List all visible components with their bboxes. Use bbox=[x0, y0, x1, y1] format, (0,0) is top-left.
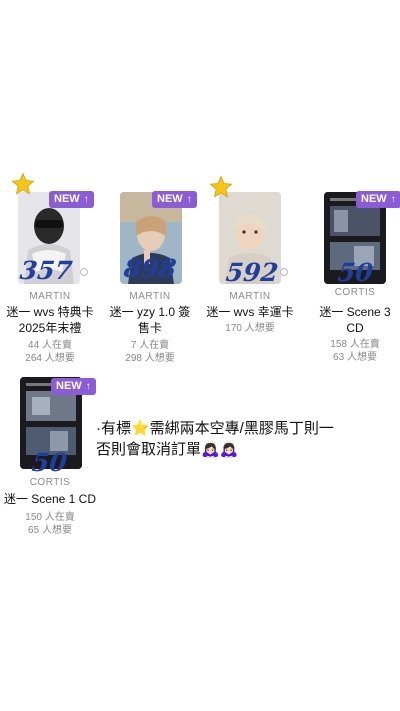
artist-label: CORTIS bbox=[334, 287, 376, 298]
want-count: 298 人想要 bbox=[125, 353, 175, 364]
price-handwriting: 50 bbox=[30, 448, 69, 477]
page-indicator-dot bbox=[80, 268, 88, 276]
arrow-up-icon: ↑ bbox=[390, 194, 396, 205]
seller-count: 7 人在賣 bbox=[130, 340, 170, 351]
new-badge: NEW ↑ bbox=[49, 191, 94, 208]
want-count: 65 人想要 bbox=[28, 525, 72, 536]
product-title: 迷一 Scene 3 CD bbox=[319, 305, 391, 335]
product-card-1[interactable]: NEW ↑ 357 MARTIN 迷一 wvs 特典卡 2025年末禮 44 人在… bbox=[0, 174, 100, 374]
arrow-up-icon: ↑ bbox=[85, 381, 91, 392]
product-title: 迷一 wvs 幸運卡 bbox=[206, 305, 294, 319]
seller-count: 150 人在賣 bbox=[25, 512, 75, 523]
product-title: 迷一 Scene 1 CD bbox=[3, 492, 97, 506]
price-handwriting: 592 bbox=[224, 258, 280, 287]
new-badge: NEW ↑ bbox=[152, 191, 197, 208]
product-title: 迷一 yzy 1.0 簽 售卡 bbox=[109, 305, 191, 335]
want-count: 170 人想要 bbox=[225, 323, 275, 334]
new-badge: NEW ↑ bbox=[356, 191, 400, 208]
notice-line: 否則會取消訂單🙇🏻‍♀️🙇🏻‍♀️ bbox=[96, 441, 239, 458]
notice-line: ·有標⭐需綁兩本空專/黑膠馬丁則一 bbox=[96, 420, 334, 437]
product-title: 迷一 wvs 特典卡 2025年末禮 bbox=[6, 305, 94, 335]
seller-count: 158 人在賣 bbox=[330, 339, 380, 350]
price-handwriting: 357 bbox=[18, 256, 74, 285]
seller-count: 44 人在賣 bbox=[28, 340, 72, 351]
product-card-4[interactable]: NEW ↑ 50 CORTIS 迷一 Scene 3 CD 158 人在賣 63 … bbox=[300, 174, 400, 374]
artist-label: MARTIN bbox=[129, 291, 171, 302]
page-indicator-dot bbox=[280, 268, 288, 276]
want-count: 63 人想要 bbox=[333, 352, 377, 363]
star-icon bbox=[11, 172, 35, 195]
price-handwriting: 50 bbox=[336, 258, 375, 287]
product-card-5[interactable]: NEW ↑ 50 CORTIS 迷一 Scene 1 CD 150 人在賣 65 … bbox=[0, 362, 100, 542]
star-icon bbox=[209, 175, 233, 198]
artist-label: CORTIS bbox=[29, 477, 71, 488]
arrow-up-icon: ↑ bbox=[186, 194, 192, 205]
artist-label: MARTIN bbox=[229, 291, 271, 302]
artist-label: MARTIN bbox=[29, 291, 71, 302]
price-handwriting: 898 bbox=[122, 254, 178, 283]
arrow-up-icon: ↑ bbox=[83, 194, 89, 205]
product-card-2[interactable]: NEW ↑ 898 MARTIN 迷一 yzy 1.0 簽 售卡 7 人在賣 29… bbox=[100, 174, 200, 374]
order-notice: ·有標⭐需綁兩本空專/黑膠馬丁則一 否則會取消訂單🙇🏻‍♀️🙇🏻‍♀️ bbox=[96, 418, 396, 460]
new-badge: NEW ↑ bbox=[51, 378, 96, 395]
product-card-3[interactable]: 592 MARTIN 迷一 wvs 幸運卡 170 人想要 bbox=[200, 174, 300, 374]
